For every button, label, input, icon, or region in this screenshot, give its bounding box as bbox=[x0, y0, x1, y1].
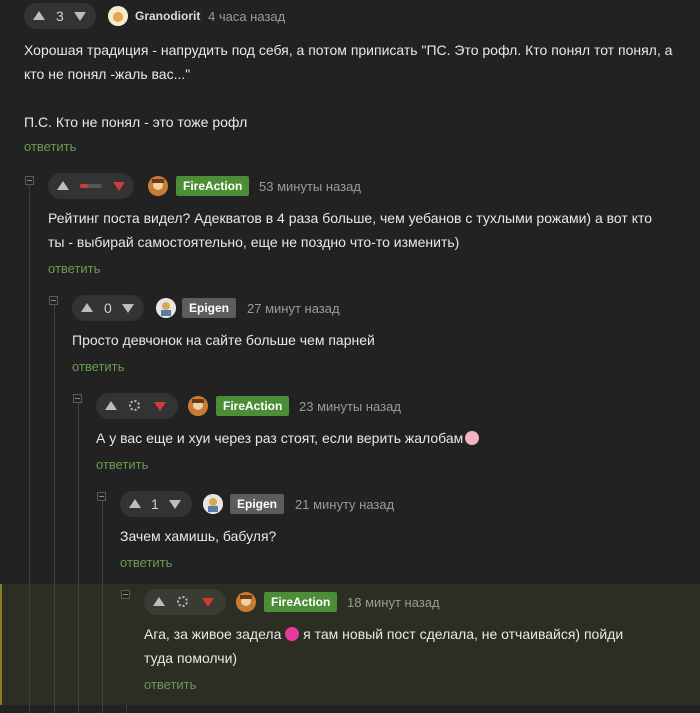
comment-text: Зачем хамишь, бабуля? bbox=[120, 524, 680, 548]
author-name[interactable]: FireAction bbox=[216, 396, 290, 416]
thread-line bbox=[54, 584, 55, 713]
thread-line bbox=[29, 584, 30, 713]
avatar[interactable] bbox=[188, 396, 208, 416]
author-name[interactable]: Epigen bbox=[230, 494, 285, 514]
avatar-image bbox=[148, 176, 168, 196]
comment-text-line: Хорошая традиция - напрудить под себя, а… bbox=[24, 42, 673, 58]
collapse-icon[interactable] bbox=[49, 296, 58, 305]
avatar[interactable] bbox=[156, 298, 176, 318]
arrow-up-icon[interactable] bbox=[153, 597, 165, 606]
comment-time[interactable]: 4 часа назад bbox=[208, 9, 285, 24]
rating-count: 0 bbox=[104, 300, 112, 316]
arrow-up-icon[interactable] bbox=[105, 401, 117, 410]
comment-time[interactable]: 23 минуты назад bbox=[299, 399, 401, 414]
comment-text-line bbox=[24, 86, 694, 110]
reply-link[interactable]: ответить bbox=[72, 359, 124, 374]
rating-count: 3 bbox=[56, 8, 64, 24]
thread-line bbox=[102, 584, 103, 713]
comment-text: Ага, за живое задела я там новый пост сд… bbox=[144, 622, 694, 670]
comment-text-line: Просто девчонок на сайте больше чем парн… bbox=[72, 332, 375, 348]
comment-text: Просто девчонок на сайте больше чем парн… bbox=[72, 328, 672, 352]
arrow-up-icon[interactable] bbox=[57, 181, 69, 190]
clock-icon bbox=[129, 400, 140, 411]
arrow-down-icon[interactable] bbox=[74, 12, 86, 21]
avatar[interactable] bbox=[108, 6, 128, 26]
avatar[interactable] bbox=[236, 592, 256, 612]
comment-time[interactable]: 18 минут назад bbox=[347, 595, 440, 610]
collapse-icon[interactable] bbox=[25, 176, 34, 185]
rating-count: 1 bbox=[151, 496, 159, 512]
avatar-image bbox=[236, 592, 256, 612]
collapse-icon[interactable] bbox=[73, 394, 82, 403]
author-name[interactable]: Epigen bbox=[182, 298, 237, 318]
arrow-down-icon[interactable] bbox=[169, 500, 181, 509]
reply-link[interactable]: ответить bbox=[24, 139, 76, 154]
comment-text-line: Зачем хамишь, бабуля? bbox=[120, 528, 277, 544]
arrow-down-icon[interactable] bbox=[113, 182, 125, 191]
avatar-image bbox=[203, 494, 223, 514]
arrow-down-icon[interactable] bbox=[202, 598, 214, 607]
comment-text: А у вас еще и хуи через раз стоят, если … bbox=[96, 426, 676, 450]
comment-time[interactable]: 53 минуты назад bbox=[259, 179, 361, 194]
collapse-icon[interactable] bbox=[121, 590, 130, 599]
emoji-icon bbox=[465, 431, 480, 445]
reply-link[interactable]: ответить bbox=[48, 261, 100, 276]
reply-link[interactable]: ответить bbox=[144, 677, 196, 692]
comment-text-line: кто не понял -жаль вас..." bbox=[24, 66, 191, 82]
author-name[interactable]: Granodiorit bbox=[135, 6, 200, 26]
emoji-icon bbox=[285, 627, 300, 641]
comment-text: Рейтинг поста видел? Адекватов в 4 раза … bbox=[48, 206, 688, 254]
comment-text-line: туда помолчи) bbox=[144, 650, 238, 666]
comment-text-line: ты - выбирай самостоятельно, еще не позд… bbox=[48, 234, 460, 250]
arrow-up-icon[interactable] bbox=[81, 303, 93, 312]
comment-text-line: П.С. Кто не понял - это тоже рофл bbox=[24, 114, 248, 130]
avatar-image bbox=[156, 298, 176, 318]
comment-text-line: Рейтинг поста видел? Адекватов в 4 раза … bbox=[48, 210, 653, 226]
comment-text-line: А у вас еще и хуи через раз стоят, если … bbox=[96, 430, 464, 446]
comment-text-line: Ага, за живое задела я там новый пост сд… bbox=[144, 626, 624, 642]
avatar[interactable] bbox=[203, 494, 223, 514]
arrow-up-icon[interactable] bbox=[33, 11, 45, 20]
rating-bar-fill bbox=[80, 184, 88, 188]
arrow-down-icon[interactable] bbox=[154, 402, 166, 411]
reply-link[interactable]: ответить bbox=[120, 555, 172, 570]
highlight-bar bbox=[0, 584, 2, 705]
avatar-image bbox=[188, 396, 208, 416]
comment-time[interactable]: 21 минуту назад bbox=[295, 497, 394, 512]
author-name[interactable]: FireAction bbox=[176, 176, 250, 196]
author-name[interactable]: FireAction bbox=[264, 592, 338, 612]
clock-icon bbox=[177, 596, 188, 607]
avatar-image bbox=[108, 6, 128, 26]
comment-time[interactable]: 27 минут назад bbox=[247, 301, 340, 316]
arrow-down-icon[interactable] bbox=[122, 304, 134, 313]
collapse-icon[interactable] bbox=[97, 492, 106, 501]
avatar[interactable] bbox=[148, 176, 168, 196]
reply-link[interactable]: ответить bbox=[96, 457, 148, 472]
arrow-up-icon[interactable] bbox=[129, 499, 141, 508]
thread-line bbox=[78, 584, 79, 713]
comment-text: Хорошая традиция - напрудить под себя, а… bbox=[24, 38, 694, 134]
